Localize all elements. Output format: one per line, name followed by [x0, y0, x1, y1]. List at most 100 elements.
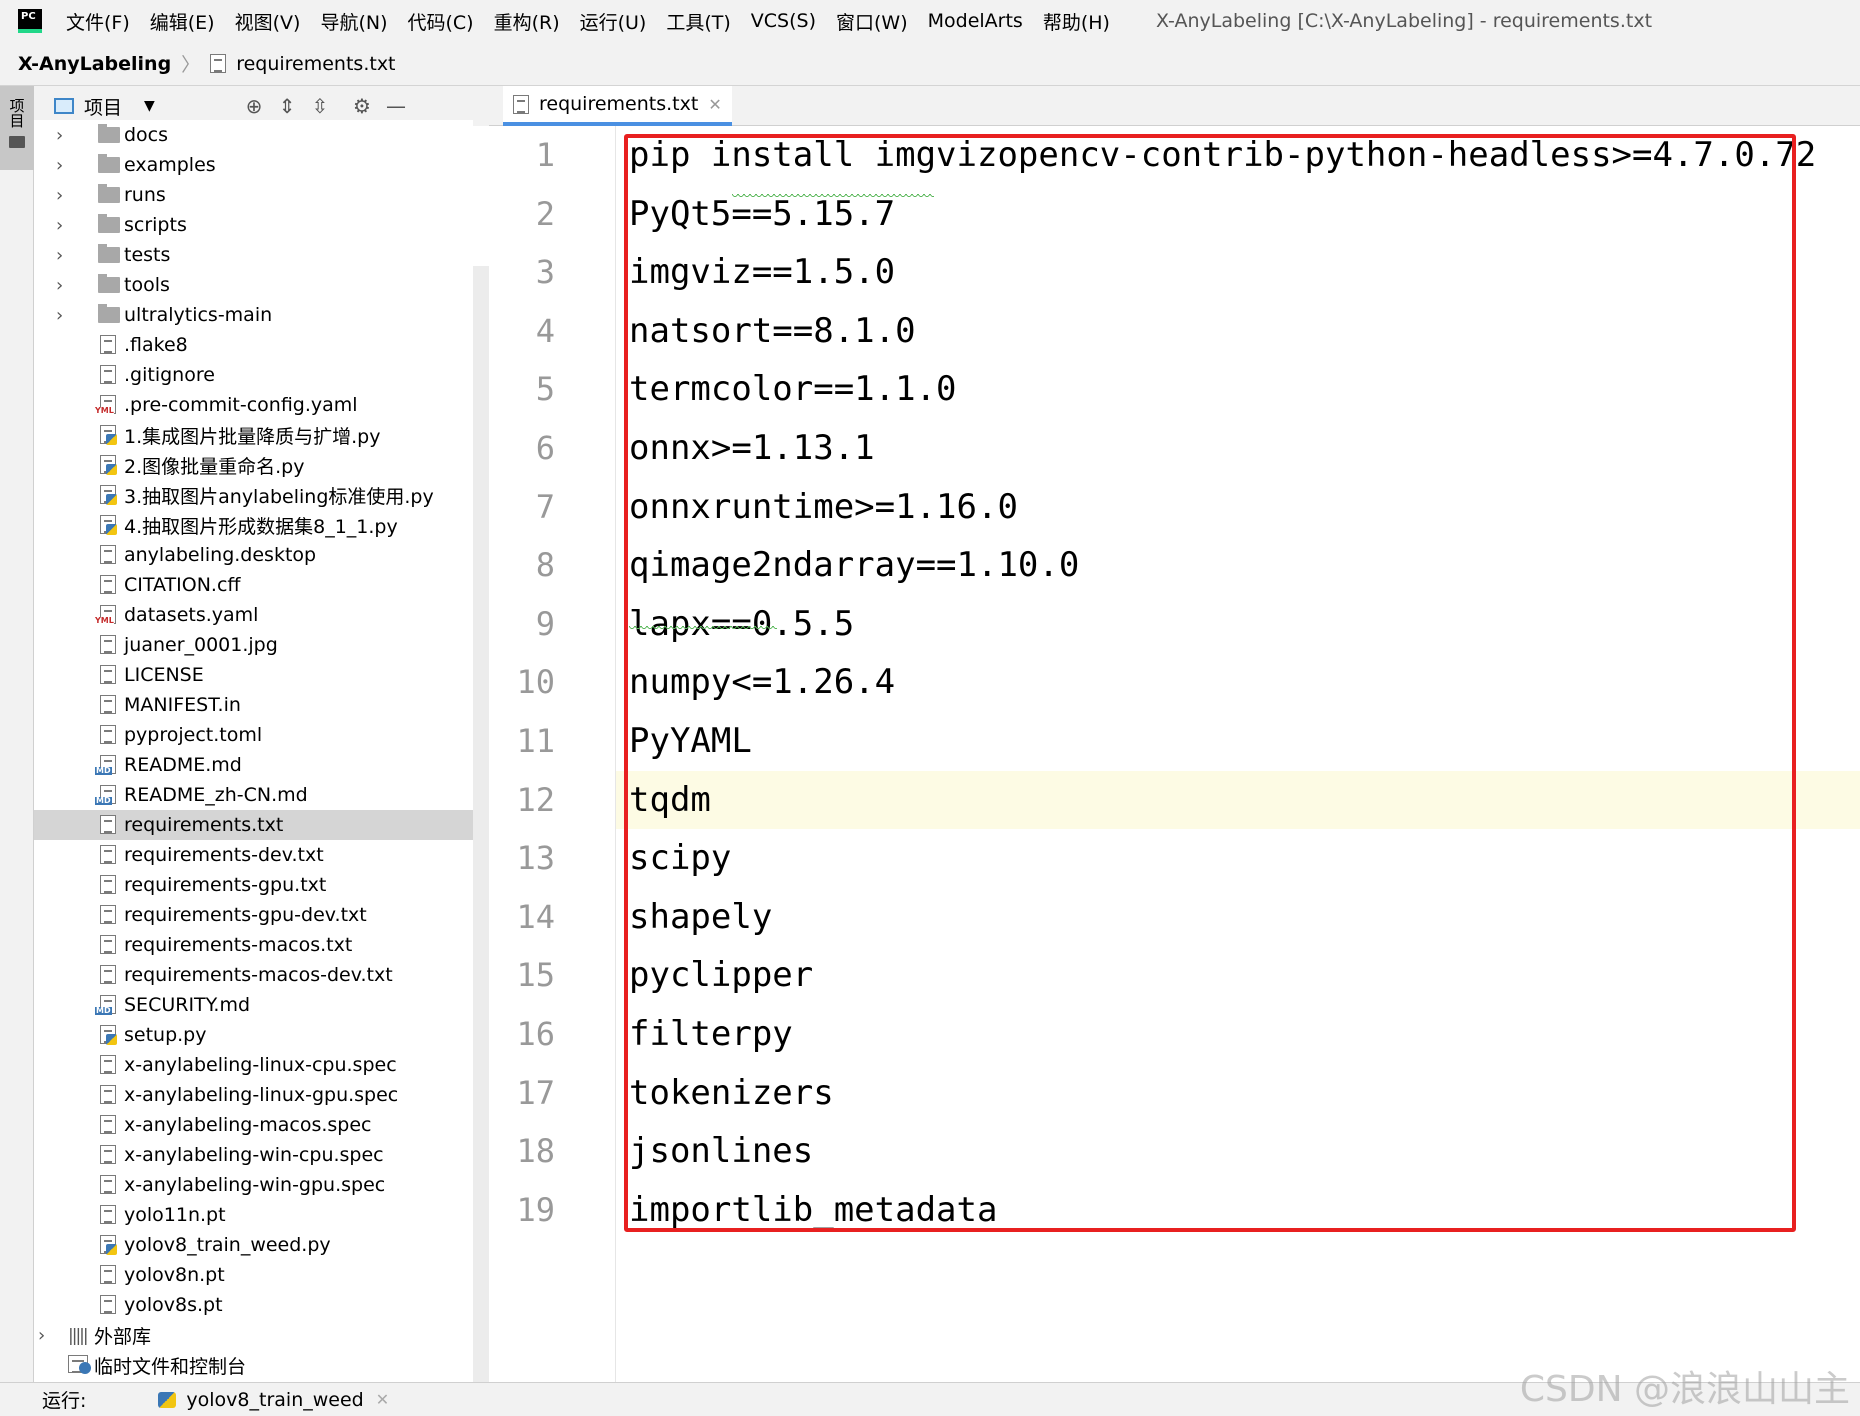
tree-file[interactable]: 1.集成图片批量降质与扩增.py — [34, 420, 473, 450]
code-line[interactable]: imgviz==1.5.0 — [629, 243, 895, 301]
tree-folder[interactable]: › tests — [34, 240, 473, 270]
tree-file[interactable]: 3.抽取图片anylabeling标准使用.py — [34, 480, 473, 510]
code-line[interactable]: importlib_metadata — [629, 1181, 997, 1239]
tree-scrollbar[interactable] — [473, 266, 489, 1382]
code-line[interactable]: shapely — [629, 888, 772, 946]
tree-folder[interactable]: › docs — [34, 120, 473, 150]
tree-folder-label: ultralytics-main — [124, 304, 273, 326]
tree-file[interactable]: requirements.txt — [34, 810, 473, 840]
chevron-right-icon[interactable]: › — [56, 305, 63, 326]
tree-file[interactable]: anylabeling.desktop — [34, 540, 473, 570]
chevron-right-icon[interactable]: › — [56, 215, 63, 236]
tree-file[interactable]: requirements-dev.txt — [34, 840, 473, 870]
tree-file[interactable]: 2.图像批量重命名.py — [34, 450, 473, 480]
menu-file[interactable]: 文件(F) — [66, 8, 130, 35]
tree-file[interactable]: yolov8_train_weed.py — [34, 1230, 473, 1260]
code-line[interactable]: scipy — [629, 829, 731, 887]
tree-folder[interactable]: › scripts — [34, 210, 473, 240]
tree-file[interactable]: x-anylabeling-macos.spec — [34, 1110, 473, 1140]
code-line[interactable]: onnx>=1.13.1 — [629, 419, 875, 477]
chevron-right-icon[interactable]: › — [38, 1325, 45, 1346]
tree-folder[interactable]: › runs — [34, 180, 473, 210]
code-editor[interactable]: 1 2 3 4 5 6 7 8 9 10 11 12 13 14 15 16 17 18 19 pip instal… — [489, 126, 1860, 1382]
code-line[interactable]: onnxruntime>=1.16.0 — [629, 478, 1018, 536]
chevron-right-icon[interactable]: › — [56, 245, 63, 266]
code-line[interactable]: natsort==8.1.0 — [629, 302, 916, 360]
code-line[interactable]: qimage2ndarray==1.10.0 — [629, 536, 1079, 594]
chevron-right-icon[interactable]: › — [56, 185, 63, 206]
tree-file[interactable]: setup.py — [34, 1020, 473, 1050]
pycharm-logo-icon[interactable]: PC — [18, 9, 42, 33]
tree-file[interactable]: yolo11n.pt — [34, 1200, 473, 1230]
tree-file[interactable]: x-anylabeling-linux-cpu.spec — [34, 1050, 473, 1080]
tree-file[interactable]: MD README_zh-CN.md — [34, 780, 473, 810]
chevron-right-icon[interactable]: › — [56, 275, 63, 296]
menu-help[interactable]: 帮助(H) — [1043, 8, 1110, 35]
breadcrumb-file[interactable]: requirements.txt — [236, 53, 395, 75]
tree-file[interactable]: x-anylabeling-win-cpu.spec — [34, 1140, 473, 1170]
chevron-right-icon[interactable]: › — [56, 155, 63, 176]
close-icon[interactable]: ✕ — [376, 1390, 389, 1409]
tree-file[interactable]: yolov8s.pt — [34, 1290, 473, 1320]
tree-file[interactable]: requirements-macos.txt — [34, 930, 473, 960]
menu-run[interactable]: 运行(U) — [580, 8, 647, 35]
code-line[interactable]: tokenizers — [629, 1064, 834, 1122]
run-config-tab[interactable]: yolov8_train_weed — [186, 1389, 363, 1411]
tree-scratches[interactable]: 临时文件和控制台 — [34, 1350, 473, 1380]
menu-window[interactable]: 窗口(W) — [836, 8, 908, 35]
tree-file[interactable]: LICENSE — [34, 660, 473, 690]
menu-view[interactable]: 视图(V) — [235, 8, 301, 35]
menu-code[interactable]: 代码(C) — [407, 8, 473, 35]
tree-file[interactable]: 4.抽取图片形成数据集8_1_1.py — [34, 510, 473, 540]
tree-external-libraries[interactable]: › ||||| 外部库 — [34, 1320, 473, 1350]
menu-vcs[interactable]: VCS(S) — [751, 10, 816, 32]
tree-folder[interactable]: › ultralytics-main — [34, 300, 473, 330]
code-line[interactable]: filterpy — [629, 1005, 793, 1063]
chevron-right-icon[interactable]: › — [56, 125, 63, 146]
code-line[interactable]: jsonlines — [629, 1122, 813, 1180]
tree-file[interactable]: MD README.md — [34, 750, 473, 780]
tree-file[interactable]: requirements-gpu.txt — [34, 870, 473, 900]
menu-navigate[interactable]: 导航(N) — [320, 8, 387, 35]
tree-file[interactable]: juaner_0001.jpg — [34, 630, 473, 660]
line-number: 9 — [535, 605, 555, 643]
menu-modelarts[interactable]: ModelArts — [928, 10, 1023, 32]
tree-file[interactable]: YML .pre-commit-config.yaml — [34, 390, 473, 420]
breadcrumb-project[interactable]: X-AnyLabeling — [18, 53, 171, 75]
tree-file[interactable]: requirements-gpu-dev.txt — [34, 900, 473, 930]
code-line[interactable]: PyYAML — [629, 712, 752, 770]
tree-folder[interactable]: › examples — [34, 150, 473, 180]
tree-file[interactable]: .flake8 — [34, 330, 473, 360]
code-line[interactable]: pip install imgvizopencv-contrib-python-… — [629, 126, 1816, 184]
menu-refactor[interactable]: 重构(R) — [494, 8, 560, 35]
locate-icon[interactable]: ⊕ — [242, 94, 266, 118]
tree-file[interactable]: requirements-macos-dev.txt — [34, 960, 473, 990]
tree-file[interactable]: MD SECURITY.md — [34, 990, 473, 1020]
tree-file[interactable]: pyproject.toml — [34, 720, 473, 750]
gear-icon[interactable]: ⚙ — [350, 94, 374, 118]
tree-folder[interactable]: › tools — [34, 270, 473, 300]
code-line[interactable]: tqdm — [629, 771, 711, 829]
code-line[interactable]: termcolor==1.1.0 — [629, 360, 957, 418]
tree-file[interactable]: yolov8n.pt — [34, 1260, 473, 1290]
tool-window-strip: 项目 — [0, 86, 34, 1382]
tree-file[interactable]: x-anylabeling-win-gpu.spec — [34, 1170, 473, 1200]
chevron-down-icon[interactable]: ▼ — [144, 98, 155, 114]
hide-icon[interactable]: — — [384, 94, 408, 118]
tree-file[interactable]: CITATION.cff — [34, 570, 473, 600]
code-line[interactable]: numpy<=1.26.4 — [629, 653, 895, 711]
collapse-all-icon[interactable]: ⇳ — [308, 94, 332, 118]
tree-file[interactable]: MANIFEST.in — [34, 690, 473, 720]
code-line[interactable]: pyclipper — [629, 946, 813, 1004]
code-line[interactable]: lapx==0.5.5 — [629, 595, 854, 653]
tree-file[interactable]: .gitignore — [34, 360, 473, 390]
close-icon[interactable]: ✕ — [708, 95, 721, 114]
project-tool-tab[interactable]: 项目 — [0, 86, 34, 170]
menu-tools[interactable]: 工具(T) — [666, 8, 730, 35]
expand-all-icon[interactable]: ⇕ — [275, 94, 299, 118]
tree-file[interactable]: x-anylabeling-linux-gpu.spec — [34, 1080, 473, 1110]
menu-edit[interactable]: 编辑(E) — [150, 8, 215, 35]
tree-file[interactable]: YML datasets.yaml — [34, 600, 473, 630]
project-panel-title[interactable]: 项目 — [84, 93, 122, 120]
tab-requirements[interactable]: requirements.txt ✕ — [503, 86, 732, 126]
